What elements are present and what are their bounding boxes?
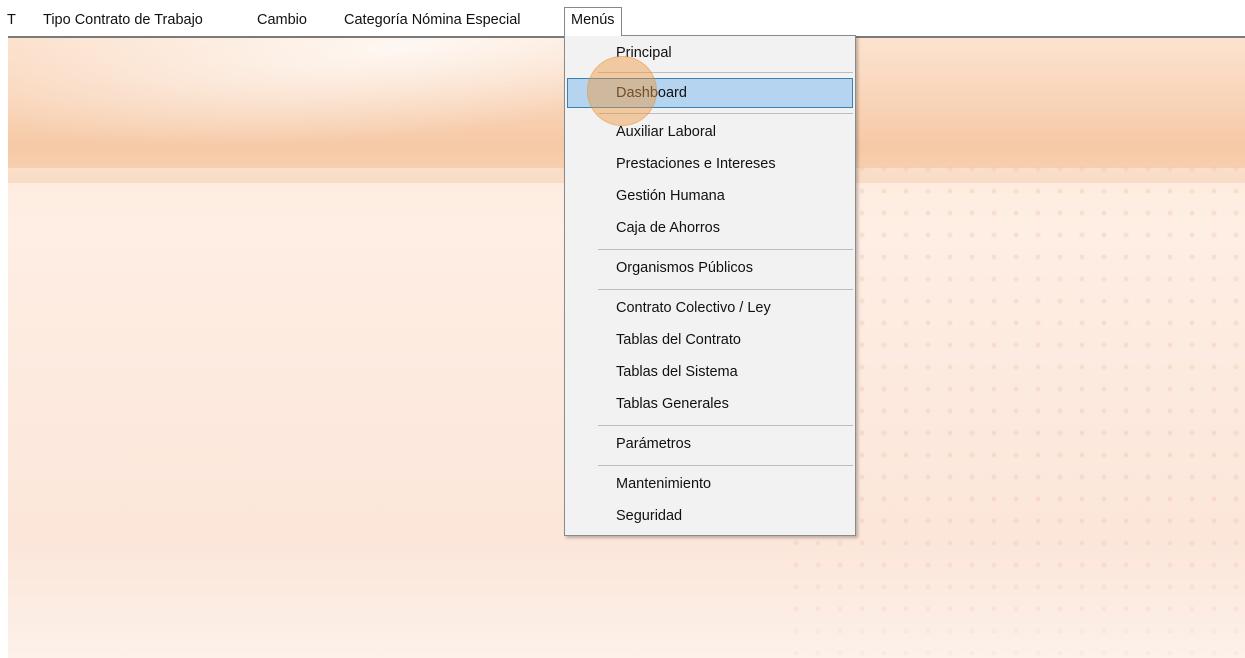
menubar-item-tipo-contrato[interactable]: Tipo Contrato de Trabajo [43,9,203,33]
menu-item-tablas-generales[interactable]: Tablas Generales [567,390,853,420]
menu-item-mantenimiento[interactable]: Mantenimiento [567,470,853,500]
menu-item-seguridad[interactable]: Seguridad [567,502,853,532]
menubar-item-menus[interactable]: Menús [564,7,622,36]
application-window: T Tipo Contrato de Trabajo Cambio Catego… [0,0,1245,658]
menubar-item-truncated[interactable]: T [7,9,16,33]
menu-separator [598,249,853,250]
dropdown-icon-gutter [565,36,595,535]
menu-bar: T Tipo Contrato de Trabajo Cambio Catego… [0,0,1245,38]
menu-item-caja-ahorros[interactable]: Caja de Ahorros [567,214,853,244]
menu-separator [598,425,853,426]
menu-item-prestaciones-intereses[interactable]: Prestaciones e Intereses [567,150,853,180]
menubar-item-cambio[interactable]: Cambio [257,9,307,33]
menu-item-gestion-humana[interactable]: Gestión Humana [567,182,853,212]
menu-item-tablas-sistema[interactable]: Tablas del Sistema [567,358,853,388]
menu-separator [598,289,853,290]
menus-dropdown: Principal Dashboard Auxiliar Laboral Pre… [564,35,856,536]
menu-item-parametros[interactable]: Parámetros [567,430,853,460]
bottom-glow-decoration [8,538,1245,658]
menubar-item-categoria-nomina[interactable]: Categoría Nómina Especial [344,9,521,33]
menu-separator [598,72,853,73]
menu-item-organismos-publicos[interactable]: Organismos Públicos [567,254,853,284]
menu-item-principal[interactable]: Principal [567,39,853,69]
menu-item-dashboard[interactable]: Dashboard [567,78,853,108]
menu-item-tablas-contrato[interactable]: Tablas del Contrato [567,326,853,356]
menu-item-auxiliar-laboral[interactable]: Auxiliar Laboral [567,118,853,148]
menu-separator [598,113,853,114]
menu-item-contrato-colectivo[interactable]: Contrato Colectivo / Ley [567,294,853,324]
menu-separator [598,465,853,466]
